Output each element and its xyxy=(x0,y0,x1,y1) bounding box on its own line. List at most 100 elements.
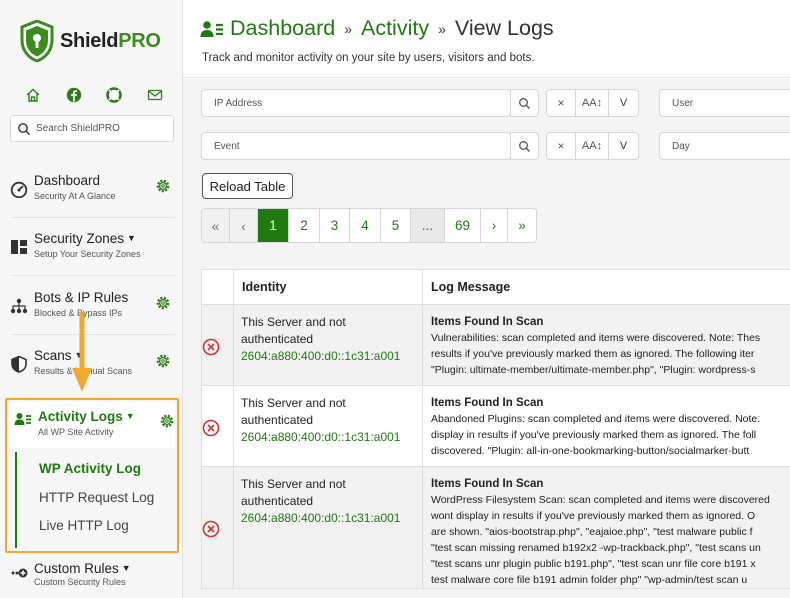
page-button-4[interactable]: 4 xyxy=(350,209,381,242)
day-filter-placeholder: Day xyxy=(672,140,690,152)
ip-filter-placeholder: IP Address xyxy=(214,97,263,109)
case-toggle-button[interactable]: AA↕ xyxy=(576,89,609,117)
log-message-cell: Items Found In Scan Abandoned Plugins: s… xyxy=(422,385,790,467)
log-line: Vulnerabilities: scan completed and item… xyxy=(431,332,761,344)
breadcrumb-dashboard[interactable]: Dashboard xyxy=(230,16,335,41)
identity-cell: This Server and not authenticated 2604:a… xyxy=(233,466,423,589)
sidebar-item-activity-logs[interactable]: Activity Logs ▼ All WP Site Activity xyxy=(9,402,175,448)
page-button-5[interactable]: 5 xyxy=(381,209,411,242)
submenu-item-live-http-log[interactable]: Live HTTP Log xyxy=(39,518,129,533)
breadcrumb-activity[interactable]: Activity xyxy=(361,16,429,41)
sidebar-item-custom-rules[interactable]: Custom Rules ▼ Custom Security Rules xyxy=(10,560,175,598)
ip-address-link[interactable]: 2604:a880:400:d0::1c31:a001 xyxy=(241,510,422,527)
ip-address-filter[interactable]: IP Address xyxy=(201,89,511,117)
day-filter[interactable]: Day xyxy=(659,132,790,160)
annotation-arrow-icon xyxy=(72,312,92,392)
clear-filter-button[interactable]: × xyxy=(546,132,576,160)
gear-icon[interactable] xyxy=(159,413,175,429)
column-header-status[interactable] xyxy=(201,269,234,305)
table-row[interactable]: This Server and not authenticated 2604:a… xyxy=(201,385,790,467)
facebook-icon[interactable] xyxy=(65,86,83,104)
mail-icon[interactable] xyxy=(146,86,164,104)
sidebar-item-label: Dashboard xyxy=(34,173,101,188)
regex-toggle-button[interactable]: V xyxy=(609,89,639,117)
log-title: Items Found In Scan xyxy=(431,478,544,490)
case-toggle-button[interactable]: AA↕ xyxy=(576,132,609,160)
sidebar-item-label: Security Zones ▼ xyxy=(34,231,136,246)
main-content: Dashboard » Activity » View Logs Track a… xyxy=(183,0,790,598)
page-ellipsis: ... xyxy=(411,209,445,242)
sidebar-item-security-zones[interactable]: Security Zones ▼ Setup Your Security Zone… xyxy=(10,230,175,276)
table-row[interactable]: This Server and not authenticated 2604:a… xyxy=(201,466,790,589)
log-message-cell: Items Found In Scan WordPress Filesystem… xyxy=(422,466,790,589)
status-cell xyxy=(201,304,234,386)
page-last-button[interactable]: » xyxy=(508,209,536,242)
status-cell xyxy=(201,466,234,589)
search-icon xyxy=(519,140,530,152)
sidebar-item-label: Activity Logs ▼ xyxy=(38,409,135,424)
identity-cell: This Server and not authenticated 2604:a… xyxy=(233,385,423,467)
page-button-1[interactable]: 1 xyxy=(258,209,289,242)
error-x-circle-icon xyxy=(202,419,220,437)
sidebar-item-dashboard[interactable]: Dashboard Security At A Glance xyxy=(10,172,175,218)
reload-table-button[interactable]: Reload Table xyxy=(202,173,293,199)
log-line: WordPress Filesystem Scan: scan complete… xyxy=(431,494,770,506)
ip-search-button[interactable] xyxy=(510,89,539,117)
sidebar-item-subtitle: Security At A Glance xyxy=(34,191,116,201)
submenu-item-http-request-log[interactable]: HTTP Request Log xyxy=(39,490,154,505)
log-title: Items Found In Scan xyxy=(431,397,544,409)
search-icon xyxy=(18,122,31,135)
page-button-2[interactable]: 2 xyxy=(289,209,320,242)
log-line: are shown. "aios-bootstrap.php", "eajaio… xyxy=(431,526,753,538)
pagination: « ‹ 1 2 3 4 5 ... 69 › » xyxy=(201,208,537,243)
logs-panel: IP Address × AA↕ V User Event × AA↕ V Da… xyxy=(183,79,790,598)
table-row[interactable]: This Server and not authenticated 2604:a… xyxy=(201,304,790,386)
identity-text: authenticated xyxy=(241,332,314,346)
page-button-3[interactable]: 3 xyxy=(320,209,350,242)
gear-icon[interactable] xyxy=(155,295,171,311)
user-filter[interactable]: User xyxy=(659,89,790,117)
column-header-log-message[interactable]: Log Message xyxy=(422,269,790,305)
caret-down-icon: ▼ xyxy=(125,411,135,421)
sidebar-search-input[interactable] xyxy=(36,123,166,134)
status-cell xyxy=(201,385,234,467)
identity-cell: This Server and not authenticated 2604:a… xyxy=(233,304,423,386)
gear-icon[interactable] xyxy=(155,178,171,194)
shield-logo-icon xyxy=(20,20,54,62)
submenu-item-wp-activity-log[interactable]: WP Activity Log xyxy=(39,461,141,476)
ip-address-link[interactable]: 2604:a880:400:d0::1c31:a001 xyxy=(241,429,422,446)
regex-toggle-button[interactable]: V xyxy=(609,132,639,160)
event-filter[interactable]: Event xyxy=(201,132,511,160)
grid-icon xyxy=(10,238,28,256)
page-next-button[interactable]: › xyxy=(481,209,508,242)
help-lifebuoy-icon[interactable] xyxy=(105,86,123,104)
page-first-button[interactable]: « xyxy=(202,209,230,242)
column-header-identity[interactable]: Identity xyxy=(233,269,423,305)
gear-icon[interactable] xyxy=(155,353,171,369)
custom-rules-icon xyxy=(10,564,28,582)
sidebar-item-label: Custom Rules ▼ xyxy=(34,561,131,576)
divider xyxy=(10,217,175,218)
sidebar: ShieldPRO Dashboard Security At A Glance xyxy=(0,0,183,598)
log-message-cell: Items Found In Scan Vulnerabilities: sca… xyxy=(422,304,790,386)
shieldpro-logo[interactable]: ShieldPRO xyxy=(20,20,161,62)
page-prev-button[interactable]: ‹ xyxy=(230,209,258,242)
event-search-button[interactable] xyxy=(510,132,539,160)
identity-text: This Server and not xyxy=(241,315,346,329)
event-filter-placeholder: Event xyxy=(214,140,240,152)
breadcrumb-separator: » xyxy=(438,20,446,37)
activity-log-table: Identity Log Message This Server and not… xyxy=(201,269,790,589)
clear-filter-button[interactable]: × xyxy=(546,89,576,117)
log-line: test malware core file b191 admin folder… xyxy=(431,574,748,586)
user-filter-placeholder: User xyxy=(672,97,694,109)
error-x-circle-icon xyxy=(202,338,220,356)
ip-address-link[interactable]: 2604:a880:400:d0::1c31:a001 xyxy=(241,348,422,365)
page-button-last[interactable]: 69 xyxy=(445,209,481,242)
log-line: Abandoned Plugins: scan completed and it… xyxy=(431,413,761,425)
sidebar-search[interactable] xyxy=(10,115,174,142)
sidebar-item-subtitle: Setup Your Security Zones xyxy=(34,249,141,259)
divider xyxy=(10,275,175,276)
home-icon[interactable] xyxy=(24,86,42,104)
caret-down-icon: ▼ xyxy=(121,563,131,573)
sidebar-item-subtitle: All WP Site Activity xyxy=(38,427,114,437)
